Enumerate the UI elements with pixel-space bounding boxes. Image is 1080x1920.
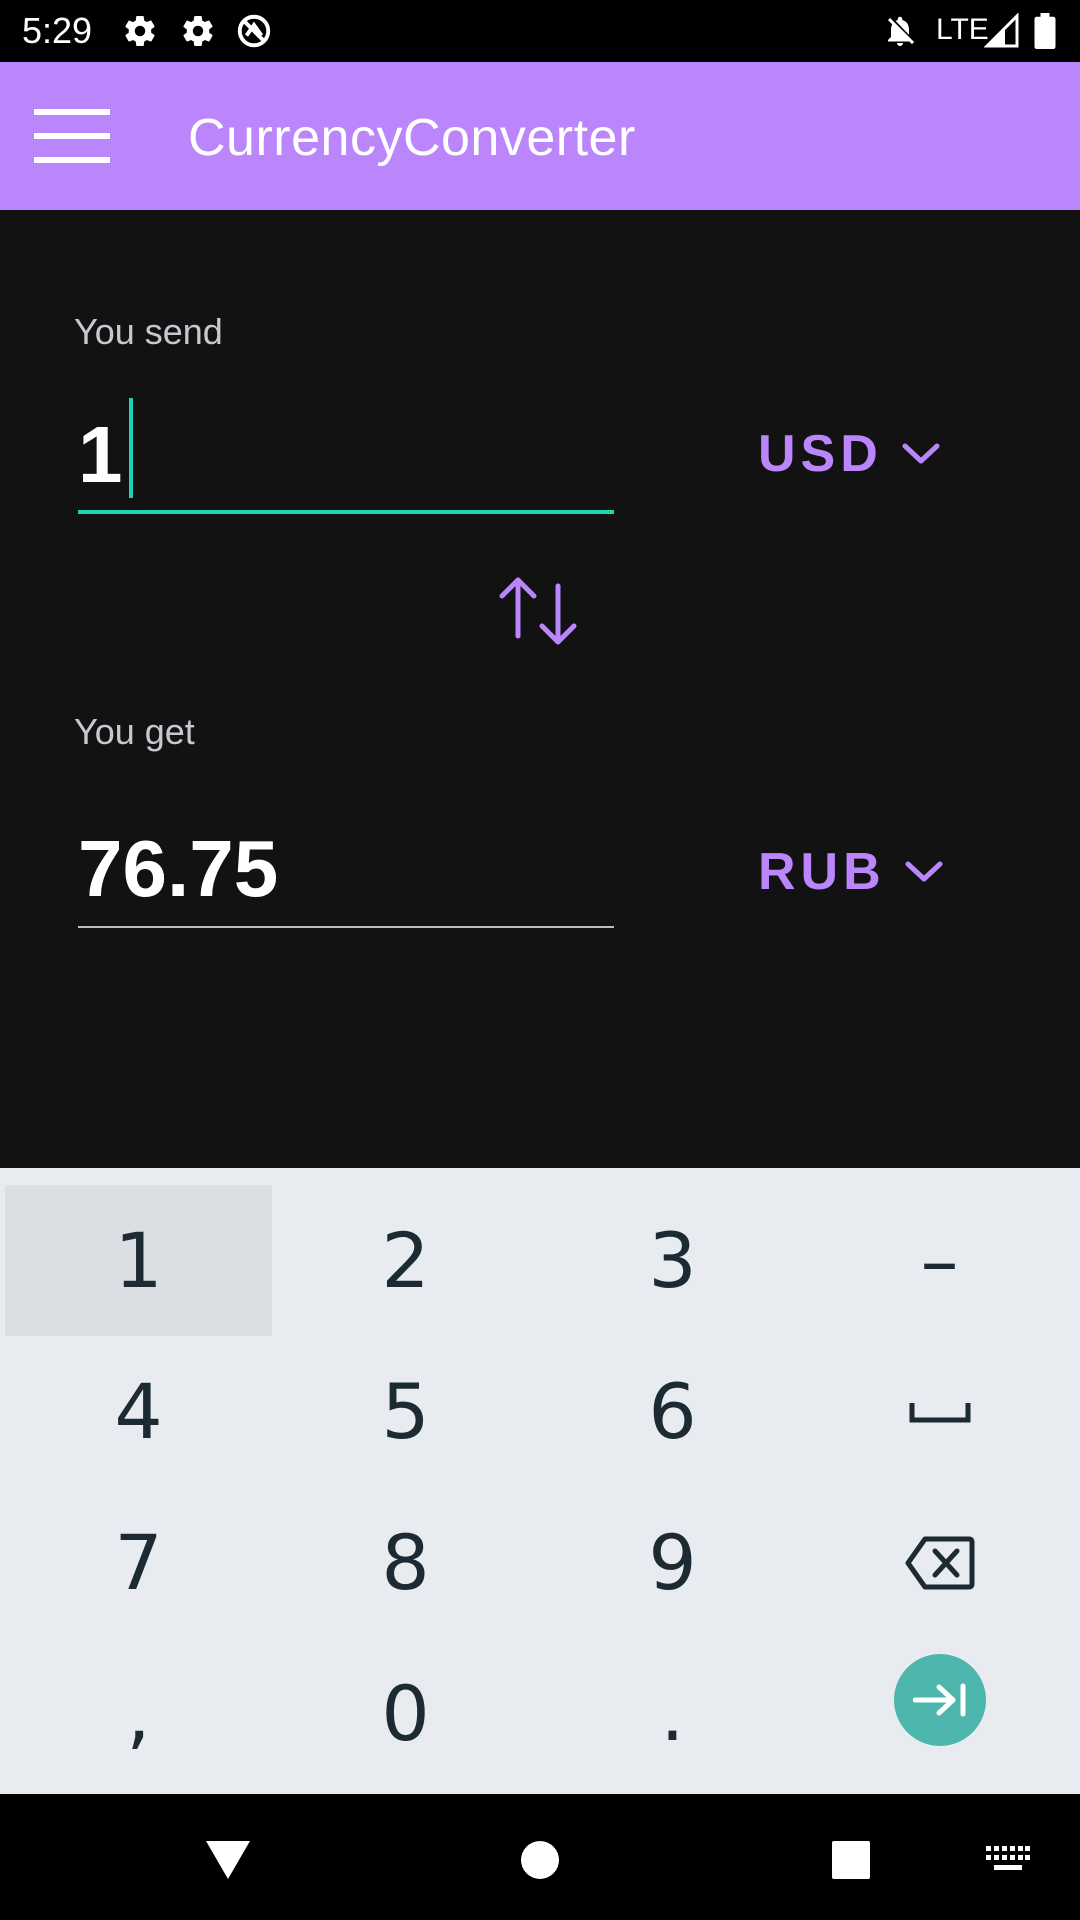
key-9[interactable]: 9 bbox=[539, 1487, 806, 1638]
send-amount-text: 1 bbox=[78, 410, 123, 499]
key-2[interactable]: 2 bbox=[272, 1185, 539, 1336]
key-minus[interactable]: – bbox=[806, 1185, 1073, 1336]
get-label: You get bbox=[74, 711, 195, 752]
settings-icon bbox=[122, 13, 158, 49]
send-currency-code: USD bbox=[758, 425, 883, 483]
home-icon bbox=[521, 1841, 559, 1879]
status-time: 5:29 bbox=[22, 10, 93, 51]
home-button[interactable] bbox=[500, 1820, 580, 1900]
next-button[interactable] bbox=[893, 1653, 986, 1746]
space-icon bbox=[909, 1402, 970, 1422]
key-backspace[interactable] bbox=[806, 1487, 1073, 1638]
key-4[interactable]: 4 bbox=[5, 1336, 272, 1487]
app-title: CurrencyConverter bbox=[188, 109, 636, 167]
battery-icon bbox=[1034, 13, 1070, 49]
navigation-bar bbox=[0, 1794, 1080, 1920]
send-currency-dropdown[interactable]: USD bbox=[740, 404, 960, 504]
send-amount-input[interactable]: 1 bbox=[78, 398, 614, 514]
recents-button[interactable] bbox=[811, 1820, 891, 1900]
app-bar: CurrencyConverter bbox=[0, 62, 1080, 210]
screen: 5:29 LTE CurrencyConverter You send 1 US… bbox=[0, 0, 1080, 1920]
backspace-icon bbox=[905, 1536, 974, 1589]
key-6[interactable]: 6 bbox=[539, 1336, 806, 1487]
numeric-keyboard: 1 2 3 – 4 5 6 7 8 9 , 0 . bbox=[0, 1168, 1080, 1794]
settings-icon bbox=[180, 13, 216, 49]
menu-button[interactable] bbox=[22, 90, 122, 182]
keyboard-switch-button[interactable] bbox=[968, 1820, 1048, 1900]
send-amount-underline bbox=[78, 510, 614, 514]
hamburger-menu-icon bbox=[34, 109, 110, 163]
back-button[interactable] bbox=[188, 1820, 268, 1900]
key-comma[interactable]: , bbox=[5, 1638, 272, 1789]
key-1[interactable]: 1 bbox=[5, 1185, 272, 1336]
swap-vertical-icon bbox=[499, 577, 577, 645]
key-space[interactable] bbox=[806, 1336, 1073, 1487]
status-bar: 5:29 LTE bbox=[0, 0, 1080, 62]
swap-currencies-button[interactable] bbox=[494, 572, 584, 652]
key-5[interactable]: 5 bbox=[272, 1336, 539, 1487]
chevron-down-icon bbox=[905, 861, 943, 882]
tab-next-icon bbox=[912, 1683, 965, 1716]
key-0[interactable]: 0 bbox=[272, 1638, 539, 1789]
send-label: You send bbox=[74, 311, 223, 352]
sync-icon bbox=[236, 13, 272, 49]
chevron-down-icon bbox=[902, 443, 940, 464]
get-amount-underline bbox=[78, 926, 614, 928]
signal-icon bbox=[983, 12, 1020, 49]
recents-icon bbox=[832, 1841, 870, 1879]
key-next[interactable] bbox=[806, 1624, 1073, 1775]
get-currency-dropdown[interactable]: RUB bbox=[740, 822, 960, 922]
key-period[interactable]: . bbox=[539, 1638, 806, 1789]
back-icon bbox=[206, 1841, 250, 1879]
key-7[interactable]: 7 bbox=[5, 1487, 272, 1638]
get-amount-field[interactable]: 76.75 bbox=[78, 818, 614, 928]
key-3[interactable]: 3 bbox=[539, 1185, 806, 1336]
send-amount-value: 1 bbox=[78, 398, 133, 500]
network-type: LTE bbox=[936, 13, 989, 46]
notifications-off-icon bbox=[882, 13, 918, 49]
key-8[interactable]: 8 bbox=[272, 1487, 539, 1638]
get-amount-value: 76.75 bbox=[78, 824, 279, 913]
get-currency-code: RUB bbox=[758, 843, 886, 901]
keyboard-icon bbox=[986, 1846, 1030, 1870]
text-cursor bbox=[128, 398, 133, 498]
